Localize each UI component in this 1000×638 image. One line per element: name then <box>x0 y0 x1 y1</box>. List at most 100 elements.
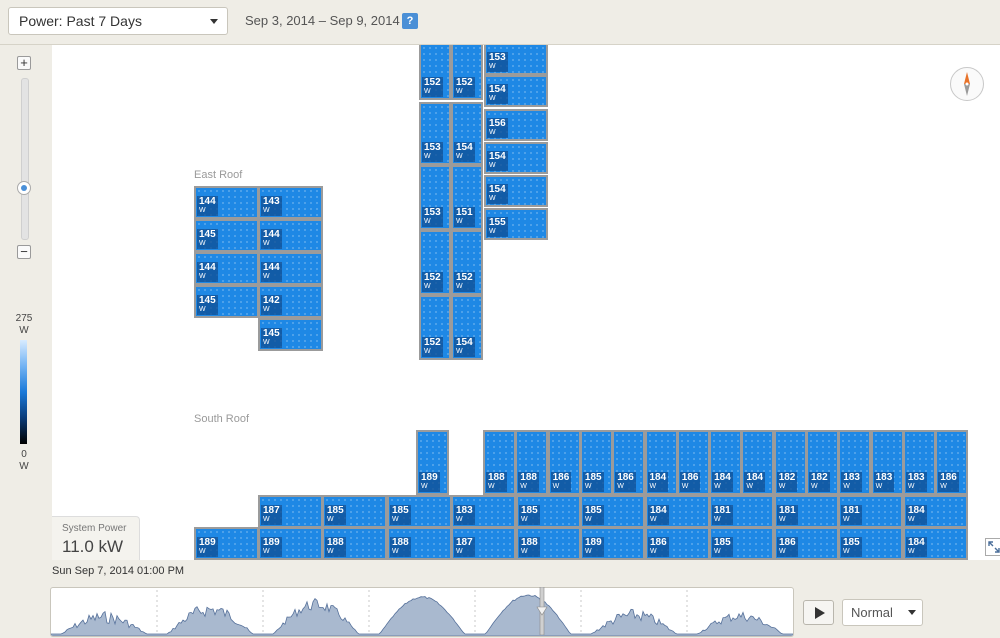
panel-power-label: 154 W <box>487 184 508 204</box>
zoom-slider-handle[interactable] <box>17 181 31 195</box>
solar-panel[interactable]: 187 W <box>451 527 516 560</box>
solar-panel[interactable]: 186 W <box>645 527 710 560</box>
compass-icon[interactable] <box>950 67 984 101</box>
solar-panel[interactable]: 153 W <box>419 165 451 230</box>
panel-power-label: 186 W <box>938 472 959 492</box>
zoom-slider-track[interactable] <box>21 78 29 240</box>
play-button[interactable] <box>803 600 834 625</box>
panel-power-label: 185 W <box>582 472 604 492</box>
timeline-handle[interactable] <box>536 587 548 635</box>
expand-icon[interactable] <box>985 538 1000 556</box>
solar-panel[interactable]: 186 W <box>676 430 710 495</box>
panel-power-value: 185 <box>843 537 860 548</box>
solar-panel[interactable]: 186 W <box>774 527 839 560</box>
solar-panel[interactable]: 153 W <box>419 102 451 165</box>
panel-power-value: 186 <box>779 537 796 548</box>
solar-panel[interactable]: 155 W <box>484 208 548 240</box>
solar-panel[interactable]: 188 W <box>322 527 387 560</box>
solar-panel[interactable]: 181 W <box>774 495 839 528</box>
timeline-scrubber[interactable] <box>50 587 794 637</box>
solar-panel[interactable]: 185 W <box>579 430 613 495</box>
solar-panel[interactable]: 151 W <box>451 165 483 230</box>
solar-panel[interactable]: 144 W <box>258 219 323 252</box>
solar-panel[interactable]: 145 W <box>194 285 259 318</box>
solar-panel[interactable]: 181 W <box>709 495 774 528</box>
array-map[interactable]: East Roof South Roof System Power 11.0 k… <box>52 45 1000 560</box>
solar-panel[interactable]: 188 W <box>387 527 452 560</box>
solar-panel[interactable]: 154 W <box>451 102 483 165</box>
solar-panel[interactable]: 189 W <box>580 527 645 560</box>
solar-panel[interactable]: 189 W <box>416 430 449 495</box>
solar-panel[interactable]: 182 W <box>773 430 807 495</box>
panel-power-value: 187 <box>456 537 473 548</box>
solar-panel[interactable]: 152 W <box>451 45 483 100</box>
solar-panel[interactable]: 154 W <box>484 142 548 174</box>
solar-panel[interactable]: 144 W <box>258 252 323 285</box>
solar-panel[interactable]: 189 W <box>258 527 323 560</box>
solar-panel[interactable]: 183 W <box>451 495 516 528</box>
solar-panel[interactable]: 144 W <box>194 252 259 285</box>
solar-panel[interactable]: 185 W <box>838 527 903 560</box>
panel-power-label: 186 W <box>777 537 798 557</box>
solar-panel[interactable]: 188 W <box>515 430 549 495</box>
solar-panel[interactable]: 183 W <box>870 430 904 495</box>
solar-panel[interactable]: 184 W <box>645 495 710 528</box>
solar-panel[interactable]: 183 W <box>902 430 936 495</box>
solar-panel[interactable]: 143 W <box>258 186 323 219</box>
panel-power-label: 184 W <box>712 472 733 492</box>
solar-panel[interactable]: 184 W <box>903 495 968 528</box>
solar-panel[interactable]: 188 W <box>516 527 581 560</box>
solar-panel[interactable]: 142 W <box>258 285 323 318</box>
solar-panel[interactable]: 184 W <box>644 430 678 495</box>
solar-panel[interactable]: 154 W <box>484 175 548 207</box>
solar-panel[interactable]: 152 W <box>451 230 483 295</box>
playback-speed-select[interactable]: Normal <box>842 599 923 626</box>
solar-panel[interactable]: 184 W <box>903 527 968 560</box>
panel-power-label: 151 W <box>454 207 475 227</box>
panel-power-label: 188 W <box>518 472 539 492</box>
panel-power-value: 152 <box>424 77 441 88</box>
solar-panel[interactable]: 185 W <box>516 495 581 528</box>
solar-panel[interactable]: 154 W <box>484 75 548 107</box>
solar-panel[interactable]: 186 W <box>612 430 646 495</box>
solar-panel[interactable]: 182 W <box>806 430 839 495</box>
solar-panel[interactable]: 185 W <box>580 495 645 528</box>
panel-power-label: 187 W <box>261 505 282 525</box>
solar-panel[interactable]: 185 W <box>709 527 774 560</box>
solar-panel[interactable]: 186 W <box>935 430 969 495</box>
view-select[interactable]: Power: Past 7 Days <box>8 7 228 35</box>
zoom-in-button[interactable]: + <box>17 56 31 70</box>
solar-panel[interactable]: 185 W <box>387 495 452 528</box>
solar-panel[interactable]: 188 W <box>483 430 516 495</box>
panel-power-unit: W <box>456 88 463 95</box>
panel-power-unit: W <box>488 483 495 490</box>
solar-panel[interactable]: 145 W <box>258 318 323 351</box>
solar-panel[interactable]: 152 W <box>419 295 451 360</box>
solar-panel[interactable]: 184 W <box>709 430 743 495</box>
zoom-out-button[interactable]: − <box>17 245 31 259</box>
solar-panel[interactable]: 185 W <box>322 495 387 528</box>
panel-power-unit: W <box>263 548 270 555</box>
panel-power-unit: W <box>714 548 721 555</box>
help-icon[interactable]: ? <box>402 13 418 29</box>
solar-panel[interactable]: 152 W <box>419 45 451 100</box>
solar-panel[interactable]: 145 W <box>194 219 259 252</box>
toolbar: Power: Past 7 Days Sep 3, 2014 – Sep 9, … <box>0 0 1000 45</box>
solar-panel[interactable]: 154 W <box>451 295 483 360</box>
solar-panel[interactable]: 183 W <box>838 430 872 495</box>
panel-power-value: 184 <box>908 505 925 516</box>
solar-panel[interactable]: 156 W <box>484 109 548 141</box>
solar-panel[interactable]: 144 W <box>194 186 259 219</box>
solar-panel[interactable]: 152 W <box>419 230 451 295</box>
solar-panel[interactable]: 186 W <box>547 430 581 495</box>
solar-panel[interactable]: 153 W <box>484 45 548 75</box>
solar-panel[interactable]: 189 W <box>194 527 259 560</box>
solar-panel[interactable]: 184 W <box>741 430 775 495</box>
panel-power-unit: W <box>584 483 592 490</box>
panel-power-value: 154 <box>489 84 506 95</box>
solar-panel[interactable]: 187 W <box>258 495 323 528</box>
playback-timestamp: Sun Sep 7, 2014 01:00 PM <box>52 565 185 577</box>
system-power-box: System Power 11.0 kW <box>52 516 140 560</box>
panel-power-unit: W <box>489 129 496 136</box>
solar-panel[interactable]: 181 W <box>838 495 903 528</box>
